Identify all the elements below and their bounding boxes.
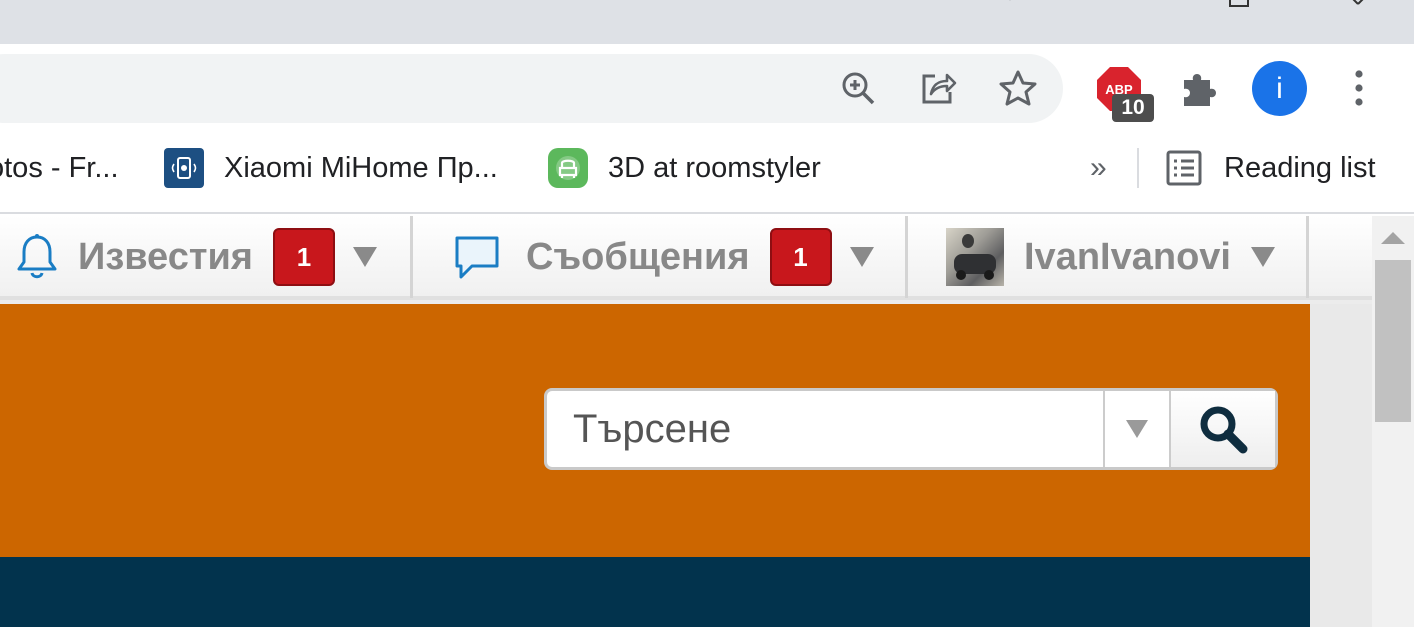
user-avatar: [946, 228, 1004, 286]
profile-initial: i: [1276, 71, 1283, 105]
header-banner: Търсене: [0, 304, 1310, 557]
bookmark-label: 3D at roomstyler: [608, 151, 821, 184]
browser-toolbar: ABP 10 i: [0, 44, 1414, 132]
zoom-icon[interactable]: [838, 68, 878, 108]
adblock-count-badge: 10: [1112, 94, 1154, 122]
share-icon[interactable]: [918, 68, 958, 108]
profile-avatar[interactable]: i: [1252, 61, 1307, 116]
main-navigation-strip: [0, 557, 1310, 627]
window-titlebar: [0, 0, 1414, 44]
notifications-dropdown-caret-icon: [352, 247, 377, 267]
browser-menu-button[interactable]: [1345, 70, 1373, 106]
username-label: IvanIvanovi: [1024, 235, 1231, 278]
page-background: [1310, 304, 1372, 627]
search-button[interactable]: [1169, 391, 1275, 467]
restore-window-icon[interactable]: [1226, 0, 1256, 10]
messages-label: Съобщения: [526, 235, 750, 278]
navbar-divider: [1306, 216, 1309, 298]
scroll-up-arrow-icon[interactable]: [1381, 232, 1405, 244]
more-vert-icon: [1355, 70, 1363, 106]
bookmark-roomstyler[interactable]: 3D at roomstyler: [548, 146, 821, 190]
messages-dropdown-caret-icon: [849, 247, 874, 267]
mihome-icon: [164, 148, 204, 188]
user-dropdown-caret-icon: [1250, 247, 1275, 267]
navbar-divider: [905, 216, 908, 298]
speech-bubble-icon: [455, 236, 499, 279]
search-input[interactable]: Търсене: [547, 391, 1103, 467]
bookmarks-overflow-button[interactable]: »: [1090, 146, 1107, 190]
caret-down-icon: [1126, 420, 1148, 438]
bookmark-label: otos - Fr...: [0, 151, 119, 184]
search-icon: [1200, 406, 1248, 454]
puzzle-icon: [1184, 74, 1216, 106]
notifications-count-badge: 1: [272, 228, 335, 286]
bookmarks-bar: otos - Fr... Xiaomi MiHome Пр... 3D at r…: [0, 132, 1414, 214]
web-page: Известия 1 Съобщения 1 IvanIvanovi Търсе…: [0, 216, 1414, 627]
reading-list-button[interactable]: Reading list: [1166, 146, 1376, 190]
notifications-menu[interactable]: Известия 1: [14, 216, 377, 298]
notifications-label: Известия: [78, 235, 253, 278]
scrollbar-thumb[interactable]: [1375, 260, 1411, 422]
user-menu[interactable]: IvanIvanovi: [946, 216, 1275, 298]
extensions-button[interactable]: [1178, 68, 1222, 112]
bookmark-label: Xiaomi MiHome Пр...: [224, 151, 498, 184]
page-scrollbar[interactable]: [1372, 216, 1414, 627]
reading-list-label: Reading list: [1224, 151, 1376, 184]
reading-list-icon: [1166, 150, 1202, 186]
bookmark-xiaomi-mihome[interactable]: Xiaomi MiHome Пр...: [164, 146, 498, 190]
forum-user-navbar: Известия 1 Съобщения 1 IvanIvanovi: [0, 216, 1372, 300]
overflow-chevron-icon: »: [1090, 151, 1107, 184]
search-box: Търсене: [544, 388, 1278, 470]
bookmark-star-icon[interactable]: [998, 68, 1038, 108]
search-options-dropdown[interactable]: [1103, 391, 1169, 467]
messages-count-badge: 1: [769, 228, 832, 286]
bookmark-photos[interactable]: otos - Fr...: [0, 146, 119, 190]
bookmarks-divider: [1137, 148, 1139, 188]
roomstyler-icon: [548, 148, 588, 188]
navbar-divider: [410, 216, 413, 298]
messages-menu[interactable]: Съобщения 1: [452, 216, 874, 298]
bell-icon: [17, 234, 57, 279]
close-window-icon[interactable]: [1342, 0, 1372, 10]
chevron-down-icon[interactable]: [995, 0, 1025, 10]
adblock-extension[interactable]: ABP 10: [1096, 66, 1156, 126]
address-bar[interactable]: [0, 54, 1063, 123]
